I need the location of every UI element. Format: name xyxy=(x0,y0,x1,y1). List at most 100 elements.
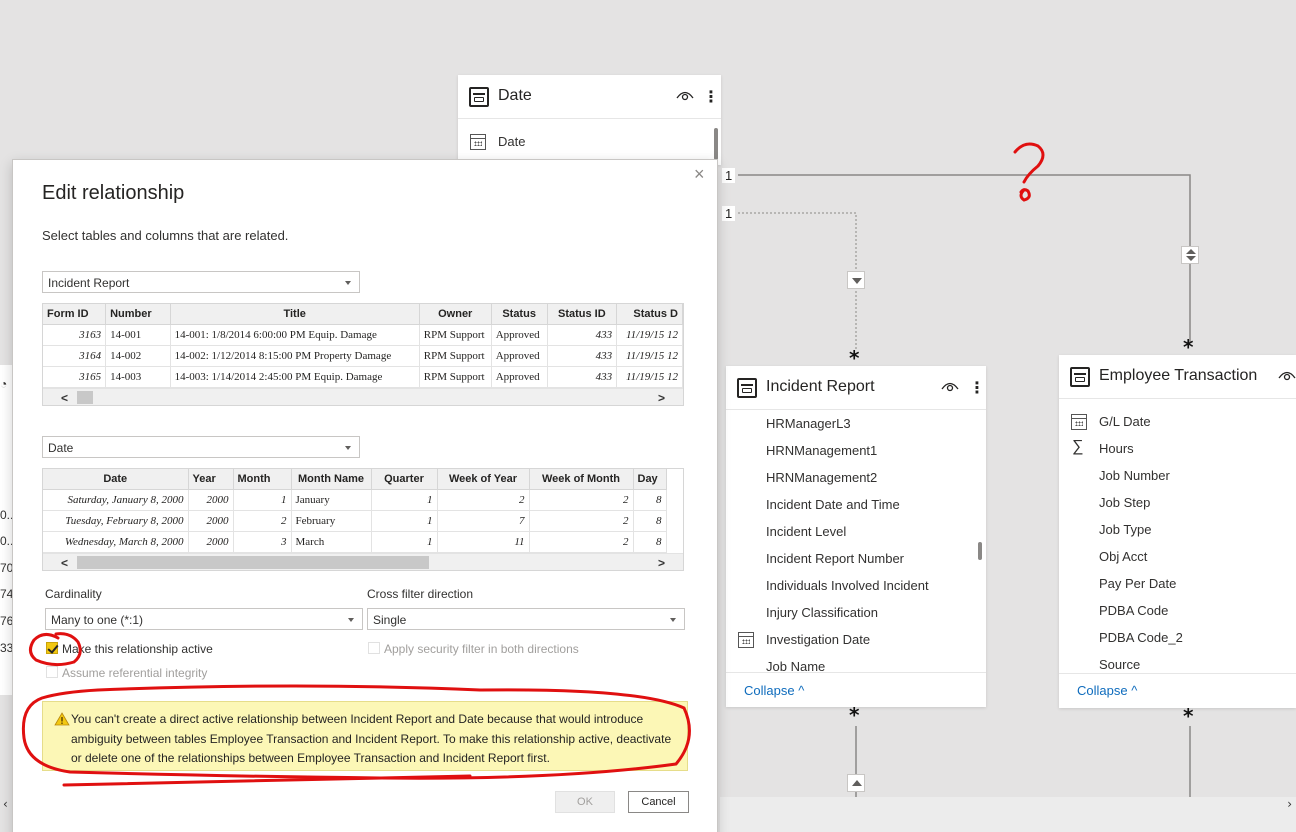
field-row[interactable]: HRNManagement2 xyxy=(726,465,966,492)
field-row[interactable]: G/L Date xyxy=(1059,409,1296,436)
date-table-card[interactable]: Date ⋮ Date xyxy=(458,75,721,165)
collapse-link[interactable]: Collapse ^ xyxy=(1077,683,1137,698)
warning-banner: You can't create a direct active relatio… xyxy=(42,701,688,771)
chevron-left-icon[interactable]: < xyxy=(61,556,68,570)
chevron-left-icon[interactable]: ‹ xyxy=(3,797,8,811)
field-row[interactable]: Incident Date and Time xyxy=(726,492,966,519)
field-row[interactable]: Job Number xyxy=(1059,463,1296,490)
scrollbar[interactable] xyxy=(978,542,982,560)
field-label: Individuals Involved Incident xyxy=(766,578,929,593)
more-options-icon[interactable]: ⋮ xyxy=(969,378,985,398)
field-row[interactable]: Date xyxy=(458,129,698,156)
field-label: Date xyxy=(498,134,526,149)
column-header[interactable]: Week of Month xyxy=(529,469,634,490)
eye-icon[interactable] xyxy=(676,89,694,101)
field-label: Incident Report Number xyxy=(766,551,905,566)
security-filter-checkbox[interactable] xyxy=(368,642,380,654)
employee-transaction-header[interactable]: Employee Transaction xyxy=(1059,355,1296,399)
filter-direction-up-icon[interactable] xyxy=(847,774,865,792)
incident-report-header[interactable]: Incident Report ⋮ xyxy=(726,366,986,410)
column-header[interactable]: Month xyxy=(233,469,292,490)
chevron-down-icon xyxy=(670,618,676,622)
referential-integrity-checkbox[interactable] xyxy=(46,666,58,678)
column-header[interactable]: Status xyxy=(491,304,548,325)
field-row[interactable]: Individuals Involved Incident xyxy=(726,573,966,600)
column-header[interactable]: Day xyxy=(633,469,667,490)
eye-icon[interactable] xyxy=(1278,369,1296,381)
cell: 3 xyxy=(233,531,292,553)
date-table-title: Date xyxy=(498,87,532,104)
active-checkbox[interactable] xyxy=(46,642,58,654)
field-row[interactable]: PDBA Code_2 xyxy=(1059,625,1296,652)
scroll-thumb[interactable] xyxy=(77,556,429,569)
field-row[interactable]: Source xyxy=(1059,652,1296,672)
close-icon[interactable]: × xyxy=(694,164,705,185)
field-row[interactable]: Pay Per Date xyxy=(1059,571,1296,598)
chevron-left-icon[interactable]: < xyxy=(61,391,68,405)
filter-direction-down-icon[interactable] xyxy=(847,271,865,289)
column-header[interactable]: Form ID xyxy=(43,304,107,325)
horizontal-scrollbar[interactable]: › xyxy=(720,797,1296,832)
field-row[interactable]: Job Name xyxy=(726,654,966,672)
field-row[interactable]: HRNManagement1 xyxy=(726,438,966,465)
cell: 11 xyxy=(437,531,530,553)
dialog-title: Edit relationship xyxy=(42,182,185,204)
eye-icon[interactable] xyxy=(941,380,959,392)
employee-transaction-table-card[interactable]: Employee Transaction G/L Date ∑ Hours Job… xyxy=(1059,355,1296,708)
ok-button[interactable]: OK xyxy=(555,791,615,813)
field-row[interactable]: ∑ Hours xyxy=(1059,436,1296,463)
column-header[interactable]: Date xyxy=(43,469,189,490)
chevron-right-icon[interactable]: > xyxy=(658,556,665,570)
field-label: Obj Acct xyxy=(1099,549,1148,564)
cell: 1 xyxy=(371,489,438,511)
table-row: 3164 14-002 14-002: 1/12/2014 8:15:00 PM… xyxy=(43,345,683,367)
active-label[interactable]: Make this relationship active xyxy=(62,642,213,656)
cardinality-dropdown[interactable]: Many to one (*:1) xyxy=(45,608,363,630)
incident-report-table-card[interactable]: Incident Report ⋮ HRManagerL3 HRNManagem… xyxy=(726,366,986,707)
table-row: Wednesday, March 8, 2000 2000 3 March 1 … xyxy=(43,531,667,553)
field-row[interactable]: HRManagerL3 xyxy=(726,411,966,438)
table2-preview-grid[interactable]: Date Year Month Month Name Quarter Week … xyxy=(42,468,684,571)
column-header[interactable]: Number xyxy=(105,304,171,325)
field-row[interactable]: Obj Acct xyxy=(1059,544,1296,571)
field-row[interactable]: Incident Level xyxy=(726,519,966,546)
cell: 1 xyxy=(371,510,438,532)
scrollbar[interactable] xyxy=(714,128,718,160)
field-label: Incident Level xyxy=(766,524,847,539)
scroll-thumb[interactable] xyxy=(77,391,93,404)
column-header[interactable]: Title xyxy=(170,304,420,325)
chevron-right-icon[interactable]: > xyxy=(658,391,665,405)
left-partial-table[interactable]: ◔ 0... 0... 70 74 76 33 xyxy=(0,365,17,695)
cell: February xyxy=(291,510,372,532)
field-row[interactable]: Job Type xyxy=(1059,517,1296,544)
date-table-header[interactable]: Date ⋮ xyxy=(458,75,721,119)
column-header[interactable]: Status ID xyxy=(547,304,618,325)
cell: 14-003: 1/14/2014 2:45:00 PM Equip. Dama… xyxy=(170,366,420,388)
cell: 3164 xyxy=(43,345,107,367)
column-header[interactable]: Week of Year xyxy=(437,469,530,490)
crossfilter-dropdown[interactable]: Single xyxy=(367,608,685,630)
table2-dropdown[interactable]: Date xyxy=(42,436,360,458)
grid-horizontal-scrollbar[interactable]: < > xyxy=(43,388,683,405)
field-row[interactable]: Job Step xyxy=(1059,490,1296,517)
field-row[interactable]: Injury Classification xyxy=(726,600,966,627)
more-options-icon[interactable]: ⋮ xyxy=(703,87,719,107)
column-header[interactable]: Month Name xyxy=(291,469,372,490)
column-header[interactable]: Quarter xyxy=(371,469,438,490)
table1-dropdown[interactable]: Incident Report xyxy=(42,271,360,293)
table1-preview-grid[interactable]: Form ID Number Title Owner Status Status… xyxy=(42,303,684,406)
chevron-right-icon[interactable]: › xyxy=(1287,797,1292,811)
column-header[interactable]: Year xyxy=(188,469,234,490)
field-row[interactable]: Incident Report Number xyxy=(726,546,966,573)
field-row[interactable]: PDBA Code xyxy=(1059,598,1296,625)
grid-horizontal-scrollbar[interactable]: < > xyxy=(43,553,683,570)
collapse-link[interactable]: Collapse ^ xyxy=(744,683,804,698)
table-row: Saturday, January 8, 2000 2000 1 January… xyxy=(43,489,667,511)
cancel-button[interactable]: Cancel xyxy=(628,791,689,813)
filter-direction-both-icon[interactable] xyxy=(1181,246,1199,264)
field-row[interactable]: Investigation Date xyxy=(726,627,966,654)
column-header[interactable]: Status D xyxy=(616,304,683,325)
cell: 2000 xyxy=(188,489,234,511)
column-header[interactable]: Owner xyxy=(419,304,492,325)
collapse-label: Collapse xyxy=(744,683,795,698)
